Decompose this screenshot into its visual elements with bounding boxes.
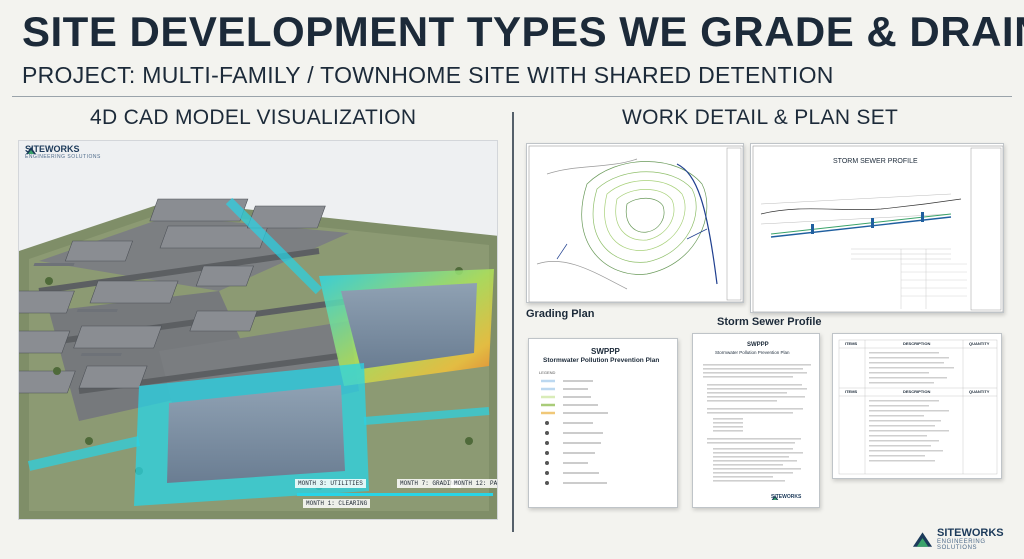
footer-logo-title: SITEWORKS <box>937 527 1004 539</box>
quantity-schedule-sheet: ITEMS DESCRIPTION QUANTITY ITEMS DESCRIP… <box>832 333 1002 479</box>
cad-logo: SITEWORKS ENGINEERING SOLUTIONS <box>25 145 101 161</box>
storm-sewer-title: STORM SEWER PROFILE <box>833 158 918 165</box>
schedule-head-quantity: QUANTITY <box>969 341 990 346</box>
swppp-legend-drawing <box>541 379 608 485</box>
swppp1-legend-label: LEGEND <box>539 370 556 375</box>
swppp-narrative-sheet: SWPPP Stormwater Pollution Prevention Pl… <box>692 333 820 508</box>
schedule-head-description-2: DESCRIPTION <box>903 389 931 394</box>
doc-logo: SITEWORKS <box>771 494 801 500</box>
swppp-narrative-drawing <box>703 364 811 482</box>
storm-sewer-drawing <box>752 145 1003 312</box>
siteworks-logo-icon <box>26 147 36 154</box>
footer-logo: SITEWORKS ENGINEERING SOLUTIONS <box>912 528 1024 551</box>
schedule-head-quantity-2: QUANTITY <box>969 389 990 394</box>
schedule-head-description: DESCRIPTION <box>903 341 931 346</box>
page-subtitle: PROJECT: MULTI-FAMILY / TOWNHOME SITE WI… <box>22 62 834 88</box>
cad-model-heading: 4D CAD MODEL VISUALIZATION <box>90 106 417 129</box>
grading-plan-sheet <box>526 143 744 303</box>
plan-set-heading: WORK DETAIL & PLAN SET <box>622 106 899 129</box>
grading-plan-drawing <box>528 145 743 302</box>
storm-sewer-sheet: STORM SEWER PROFILE <box>750 143 1004 313</box>
panel-divider <box>512 112 514 532</box>
swppp-legend-sheet: SWPPP Stormwater Pollution Prevention Pl… <box>528 338 678 508</box>
quantity-schedule-table <box>838 339 998 475</box>
storm-sewer-caption: Storm Sewer Profile <box>717 316 822 328</box>
grading-plan-caption: Grading Plan <box>526 308 595 320</box>
swppp1-title: SWPPP <box>591 347 620 356</box>
doc-logo-icon <box>771 495 779 500</box>
footer-logo-subtitle: ENGINEERING SOLUTIONS <box>937 539 986 551</box>
page-title: SITE DEVELOPMENT TYPES WE GRADE & DRAIN <box>22 8 1024 55</box>
schedule-head-items: ITEMS <box>845 341 858 346</box>
schedule-head-items-2: ITEMS <box>845 389 858 394</box>
cad-model-image: SITEWORKS ENGINEERING SOLUTIONS MONTH 3:… <box>18 140 498 520</box>
swppp1-subtitle: Stormwater Pollution Prevention Plan <box>543 357 660 364</box>
timeline-step-utilities: MONTH 3: UTILITIES <box>295 479 366 488</box>
timeline-step-clearing: MONTH 1: CLEARING <box>303 499 371 508</box>
timeline-step-paving: MONTH 12: PAVING <box>451 479 497 488</box>
swppp2-title: SWPPP <box>747 342 769 348</box>
header-divider <box>12 96 1012 97</box>
cad-model-render <box>19 197 497 519</box>
siteworks-footer-logo-icon <box>912 531 933 547</box>
swppp2-subtitle: Stormwater Pollution Prevention Plan <box>715 350 790 355</box>
